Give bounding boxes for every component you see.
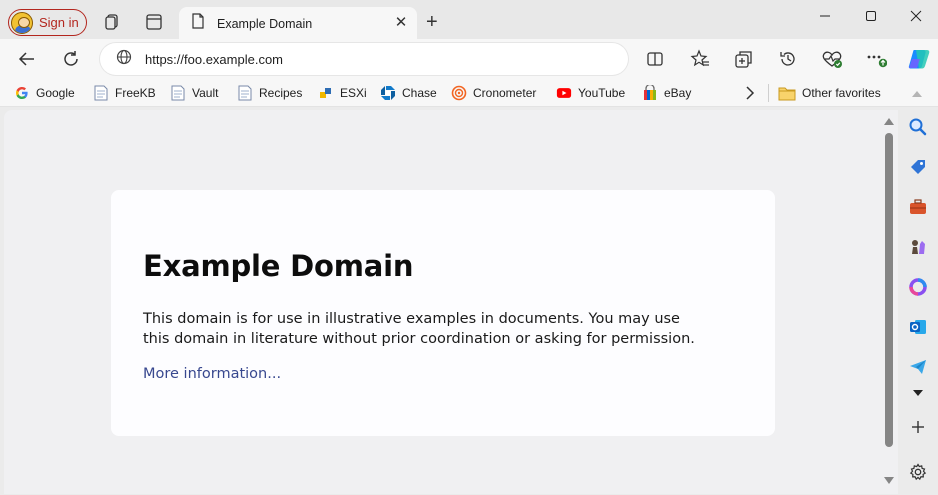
page-heading: Example Domain: [143, 249, 414, 283]
esxi-icon: [318, 85, 334, 101]
favorite-label: FreeKB: [115, 86, 156, 100]
favorite-label: Google: [36, 86, 75, 100]
tab-actions-icon[interactable]: [144, 12, 164, 32]
collections-icon[interactable]: [732, 47, 756, 71]
page-icon: [170, 85, 186, 101]
ebay-icon: [642, 85, 658, 101]
navigation-toolbar: https://foo.example.com: [0, 39, 938, 79]
address-bar[interactable]: https://foo.example.com: [100, 43, 628, 75]
url-text: https://foo.example.com: [145, 51, 284, 67]
history-icon[interactable]: [776, 47, 800, 71]
shopping-tag-icon[interactable]: [908, 157, 928, 177]
favorite-label: Vault: [192, 86, 219, 100]
tab-example-domain[interactable]: Example Domain ✕: [179, 7, 417, 40]
cronometer-icon: [451, 85, 467, 101]
workspaces-icon[interactable]: [103, 12, 123, 32]
close-window-icon[interactable]: [893, 4, 938, 28]
maximize-icon[interactable]: [848, 4, 894, 28]
globe-icon: [116, 49, 132, 70]
tab-title: Example Domain: [217, 16, 313, 31]
split-screen-icon[interactable]: [643, 47, 667, 71]
favorite-label: eBay: [664, 86, 692, 100]
youtube-icon: [556, 85, 572, 101]
search-icon[interactable]: [908, 117, 928, 137]
new-tab-icon[interactable]: +: [426, 12, 438, 32]
scrollbar-thumb[interactable]: [885, 133, 893, 447]
favorite-label: YouTube: [578, 86, 626, 100]
tools-briefcase-icon[interactable]: [908, 197, 928, 217]
vertical-scrollbar[interactable]: [880, 110, 898, 494]
more-options-icon[interactable]: [864, 47, 888, 71]
google-icon: [14, 85, 30, 101]
scroll-down-arrow-icon[interactable]: [884, 477, 894, 484]
page-icon: [93, 85, 109, 101]
favorites-star-icon[interactable]: [688, 47, 712, 71]
page-icon: [191, 13, 205, 34]
back-icon[interactable]: [15, 47, 39, 71]
favorites-overflow-chevron-icon[interactable]: [745, 84, 755, 102]
content-card: Example Domain This domain is for use in…: [111, 190, 775, 436]
outlook-icon[interactable]: [908, 317, 928, 337]
favorites-bar: Google FreeKB Vault Recipes ESXi Chase C…: [0, 79, 938, 107]
favorite-label: Chase: [402, 86, 437, 100]
more-information-link[interactable]: More information...: [143, 366, 775, 382]
other-favorites-label: Other favorites: [802, 86, 881, 100]
favorite-chase[interactable]: Chase: [380, 84, 437, 102]
scroll-up-arrow-icon[interactable]: [884, 118, 894, 125]
favorite-youtube[interactable]: YouTube: [556, 84, 625, 102]
favorite-freekb[interactable]: FreeKB: [93, 84, 156, 102]
favorite-google[interactable]: Google: [14, 84, 75, 102]
sidebar-dropdown-icon[interactable]: [908, 383, 928, 403]
settings-gear-icon[interactable]: [908, 462, 928, 482]
favorite-cronometer[interactable]: Cronometer: [451, 84, 536, 102]
favorites-divider: [768, 84, 769, 102]
sign-in-button[interactable]: Sign in: [8, 9, 87, 36]
performance-icon[interactable]: [820, 47, 844, 71]
refresh-icon[interactable]: [59, 47, 83, 71]
tab-strip: Sign in Example Domain ✕ +: [0, 0, 938, 40]
add-sidebar-app-icon[interactable]: [908, 417, 928, 437]
favorite-label: Recipes: [259, 86, 303, 100]
favorite-label: ESXi: [340, 86, 367, 100]
copilot-icon[interactable]: [905, 45, 933, 73]
close-tab-icon[interactable]: ✕: [393, 15, 409, 31]
page-icon: [237, 85, 253, 101]
favorite-recipes[interactable]: Recipes: [237, 84, 302, 102]
games-chess-icon[interactable]: [908, 237, 928, 257]
sign-in-label: Sign in: [39, 15, 79, 30]
minimize-icon[interactable]: [802, 4, 848, 28]
favorite-ebay[interactable]: eBay: [642, 84, 691, 102]
send-telegram-icon[interactable]: [908, 357, 928, 377]
page-paragraph: This domain is for use in illustrative e…: [143, 311, 695, 347]
favorite-label: Cronometer: [473, 86, 537, 100]
favorite-vault[interactable]: Vault: [170, 84, 218, 102]
page-viewport: Example Domain This domain is for use in…: [4, 110, 898, 494]
other-favorites-folder[interactable]: Other favorites: [778, 84, 881, 102]
profile-avatar-icon: [11, 11, 33, 34]
favorite-esxi[interactable]: ESXi: [318, 84, 367, 102]
microsoft-365-icon[interactable]: [908, 277, 928, 297]
edge-sidebar: [898, 110, 938, 495]
collapse-sidebar-chevron-icon[interactable]: [911, 85, 923, 103]
folder-icon: [778, 85, 796, 101]
chase-icon: [380, 85, 396, 101]
